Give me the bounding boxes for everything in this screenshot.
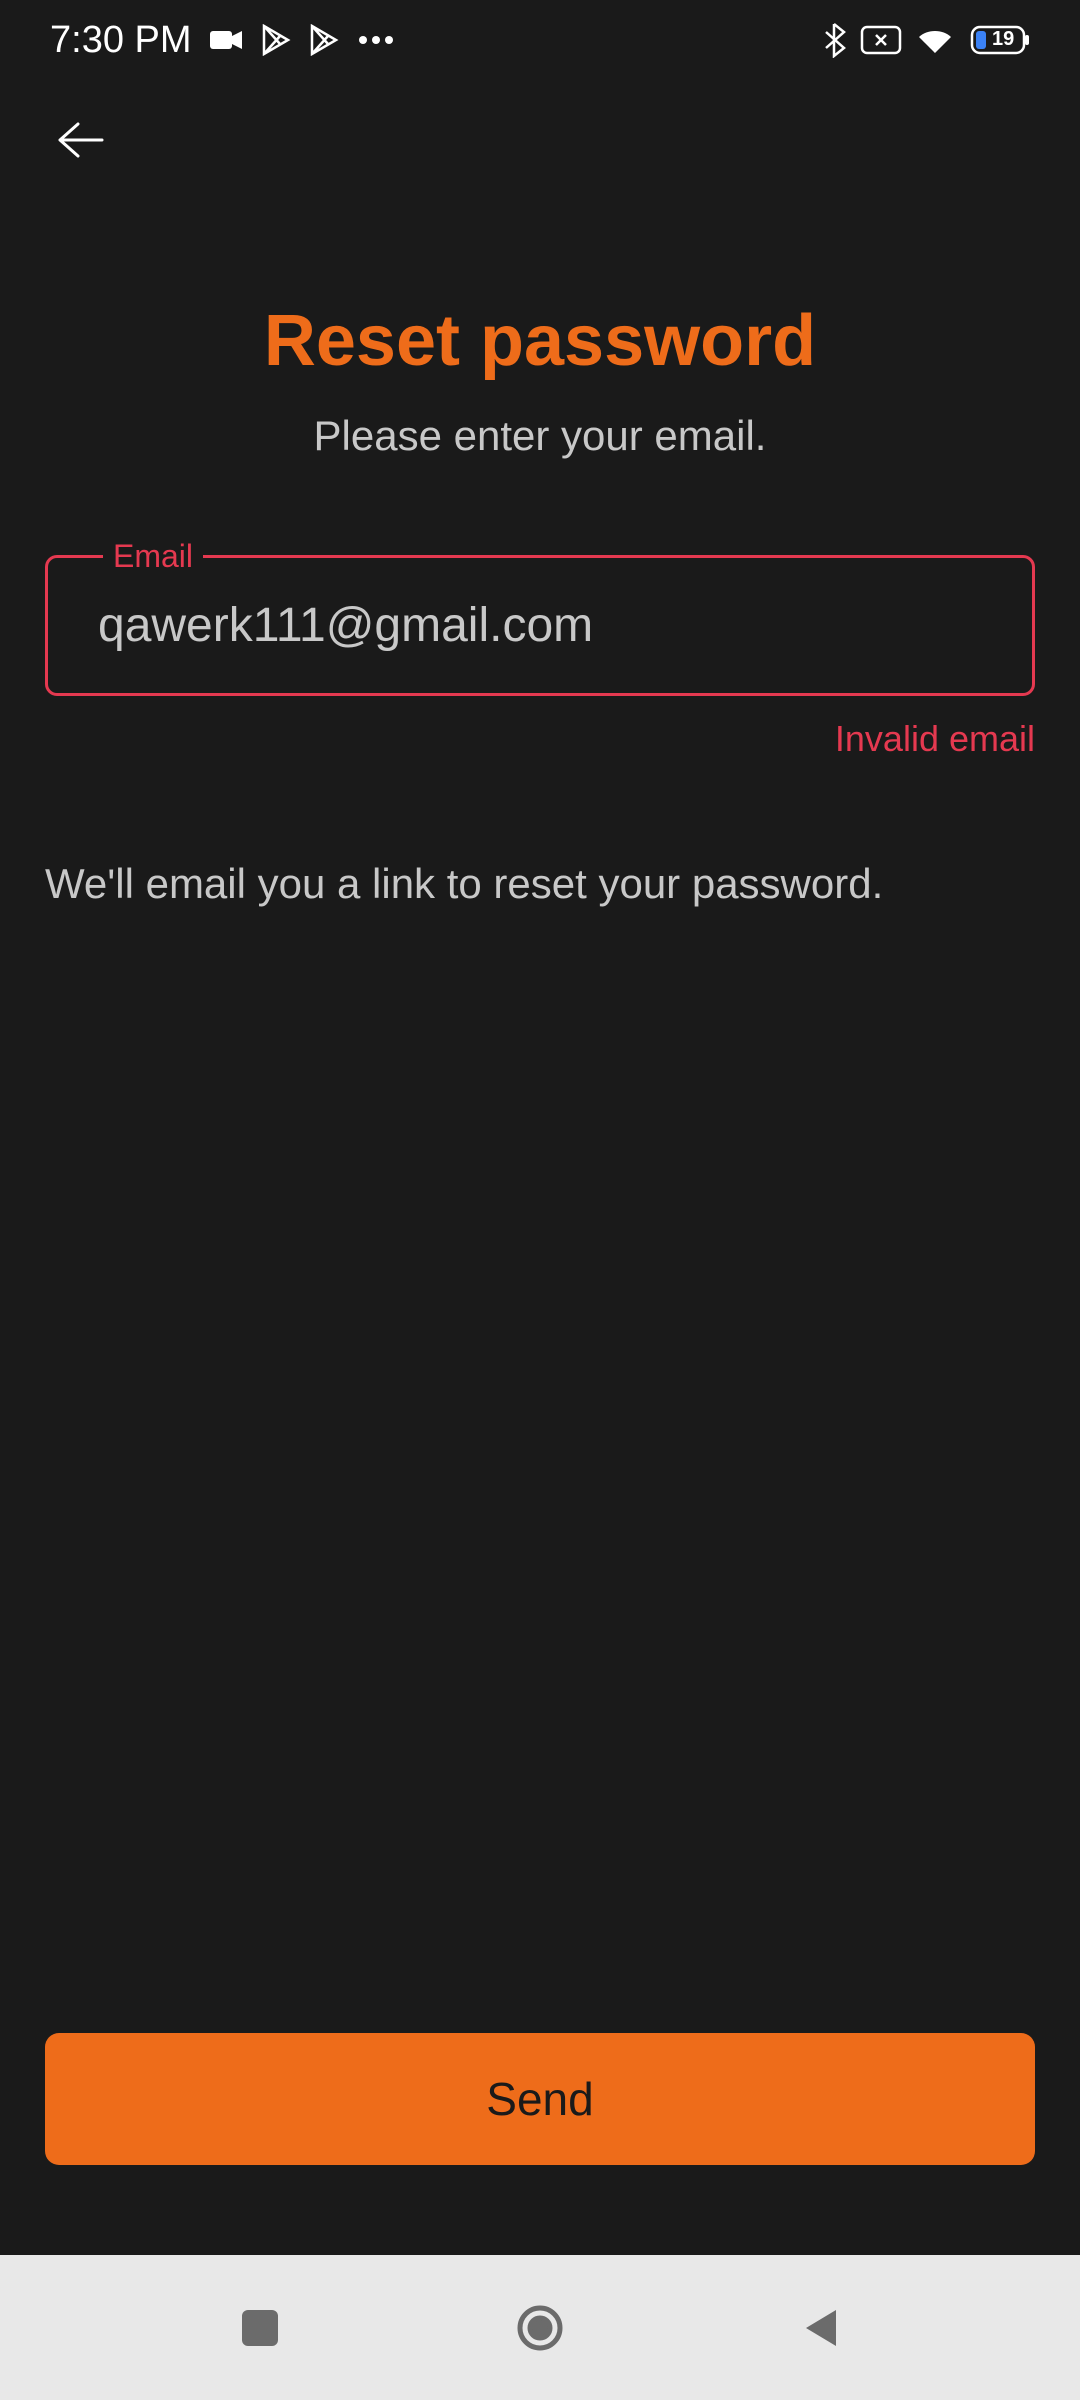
- play-store-icon-2: [310, 24, 340, 56]
- no-sim-icon: [860, 25, 902, 55]
- status-left-group: 7:30 PM: [50, 19, 394, 62]
- email-error-text: Invalid email: [45, 718, 1035, 760]
- email-field-wrap: Email: [45, 555, 1035, 696]
- system-nav-bar: [0, 2255, 1080, 2400]
- status-right-group: 19: [822, 22, 1030, 58]
- helper-text: We'll email you a link to reset your pas…: [45, 855, 1035, 914]
- email-field-label: Email: [103, 538, 203, 575]
- bluetooth-icon: [822, 22, 846, 58]
- battery-level: 19: [992, 28, 1014, 51]
- email-field[interactable]: [98, 598, 982, 653]
- status-bar: 7:30 PM 19: [0, 0, 1080, 80]
- back-nav-button[interactable]: [790, 2298, 850, 2358]
- back-button[interactable]: [50, 110, 110, 170]
- battery-icon: 19: [968, 25, 1030, 55]
- wifi-icon: [916, 25, 954, 55]
- more-icon: [358, 35, 394, 45]
- send-button[interactable]: Send: [45, 2033, 1035, 2165]
- page-title: Reset password: [45, 300, 1035, 382]
- main-content: Reset password Please enter your email. …: [0, 200, 1080, 914]
- video-icon: [210, 27, 244, 53]
- home-button[interactable]: [510, 2298, 570, 2358]
- recents-button[interactable]: [230, 2298, 290, 2358]
- status-time: 7:30 PM: [50, 19, 192, 62]
- play-store-icon: [262, 24, 292, 56]
- top-nav: [0, 80, 1080, 200]
- page-subtitle: Please enter your email.: [45, 412, 1035, 460]
